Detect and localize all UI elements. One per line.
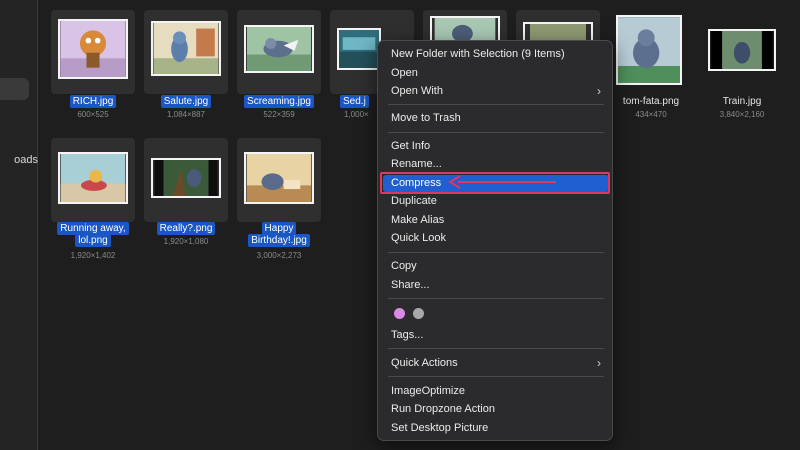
file-thumbnail: [337, 28, 381, 70]
menu-item-move-to-trash[interactable]: Move to Trash: [383, 110, 609, 127]
chevron-right-icon: ›: [597, 84, 601, 98]
menu-item-copy[interactable]: Copy: [383, 258, 609, 275]
sidebar-item-label: oads: [14, 154, 38, 166]
menu-item-new-folder-with-selection[interactable]: New Folder with Selection (9 Items): [383, 46, 609, 63]
sidebar-selected-item[interactable]: [0, 78, 29, 100]
file-dimensions: 600×525: [77, 110, 109, 119]
file-name[interactable]: Screaming.jpg: [237, 95, 321, 108]
file-thumbnail: [244, 25, 314, 73]
menu-separator: [388, 132, 604, 133]
menu-item-quick-look[interactable]: Quick Look: [383, 230, 609, 247]
menu-item-share[interactable]: Share...: [383, 277, 609, 294]
file-name[interactable]: Train.jpg: [700, 96, 784, 108]
menu-item-open[interactable]: Open: [383, 65, 609, 82]
menu-separator: [388, 252, 604, 253]
annotation-arrow-icon: [448, 175, 556, 189]
sidebar: oads: [0, 0, 38, 450]
tag-color-purple[interactable]: [394, 308, 405, 319]
menu-item-image-optimize[interactable]: ImageOptimize: [383, 383, 609, 400]
file-thumbnail: [523, 22, 593, 42]
file-thumbnail: [244, 152, 314, 204]
file-thumbnail: [151, 158, 221, 198]
file-dimensions: 1,000×: [344, 110, 369, 119]
chevron-right-icon: ›: [597, 356, 601, 370]
file-dimensions: 1,920×1,402: [70, 251, 116, 260]
menu-separator: [388, 348, 604, 349]
file-thumbnail: [708, 29, 776, 71]
menu-item-open-with[interactable]: Open With ›: [383, 83, 609, 100]
file-name[interactable]: Salute.jpg: [144, 95, 228, 108]
file-name[interactable]: Running away, lol.png: [51, 222, 135, 247]
menu-item-rename[interactable]: Rename...: [383, 156, 609, 173]
file-name[interactable]: Happy Birthday!.jpg: [237, 222, 321, 247]
menu-separator: [388, 104, 604, 105]
file-dimensions: 3,840×2,160: [719, 110, 765, 119]
menu-separator: [388, 376, 604, 377]
file-dimensions: 522×359: [263, 110, 295, 119]
file-name[interactable]: tom-fata.png: [609, 96, 693, 108]
file-thumbnail: [58, 19, 128, 79]
file-dimensions: 1,084×887: [166, 110, 206, 119]
file-dimensions: 434×470: [635, 110, 667, 119]
file-dimensions: 3,000×2,273: [256, 251, 302, 260]
file-dimensions: 1,920×1,080: [163, 237, 209, 246]
menu-item-duplicate[interactable]: Duplicate: [383, 193, 609, 210]
file-thumbnail: [58, 152, 128, 204]
menu-item-make-alias[interactable]: Make Alias: [383, 212, 609, 229]
file-thumbnail: [616, 15, 682, 85]
menu-item-tags[interactable]: Tags...: [383, 327, 609, 344]
sidebar-item-downloads[interactable]: oads: [0, 154, 38, 166]
file-name[interactable]: RICH.jpg: [51, 95, 135, 108]
file-name[interactable]: Sed.j: [340, 95, 380, 108]
tag-color-gray[interactable]: [413, 308, 424, 319]
menu-item-get-info[interactable]: Get Info: [383, 138, 609, 155]
menu-item-quick-actions[interactable]: Quick Actions ›: [383, 355, 609, 372]
menu-item-set-desktop-picture[interactable]: Set Desktop Picture: [383, 420, 609, 437]
menu-item-run-dropzone-action[interactable]: Run Dropzone Action: [383, 401, 609, 418]
context-menu: New Folder with Selection (9 Items) Open…: [377, 40, 613, 441]
file-name[interactable]: Really?.png: [144, 222, 228, 235]
menu-separator: [388, 298, 604, 299]
file-thumbnail: [151, 21, 221, 76]
